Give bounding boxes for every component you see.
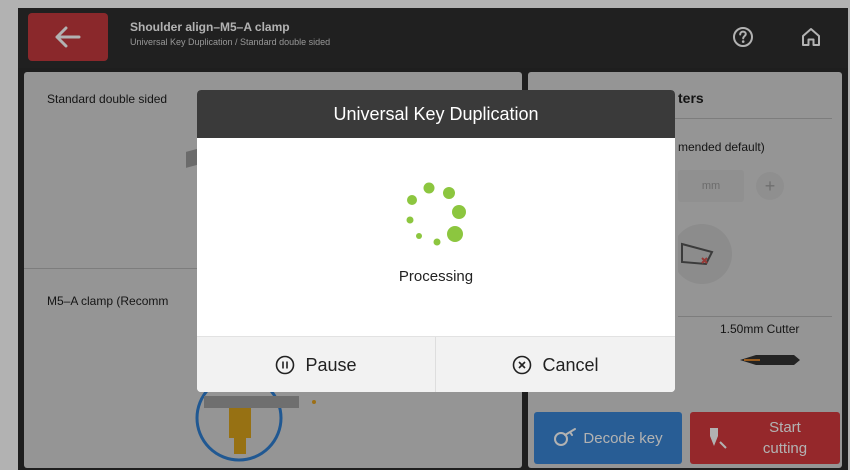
cancel-icon (513, 355, 532, 375)
cancel-label: Cancel (542, 354, 599, 375)
processing-dialog: Universal Key Duplication Processing Pau… (197, 90, 675, 392)
pause-icon (276, 355, 295, 375)
dialog-footer: Pause Cancel (197, 336, 675, 392)
pause-label: Pause (305, 354, 357, 375)
status-text: Processing (398, 268, 474, 285)
cancel-button[interactable]: Cancel (436, 337, 675, 392)
pause-button[interactable]: Pause (197, 337, 435, 392)
dialog-header: Universal Key Duplication (197, 90, 675, 138)
loading-spinner-icon (406, 182, 466, 246)
dialog-title: Universal Key Duplication (333, 103, 539, 124)
